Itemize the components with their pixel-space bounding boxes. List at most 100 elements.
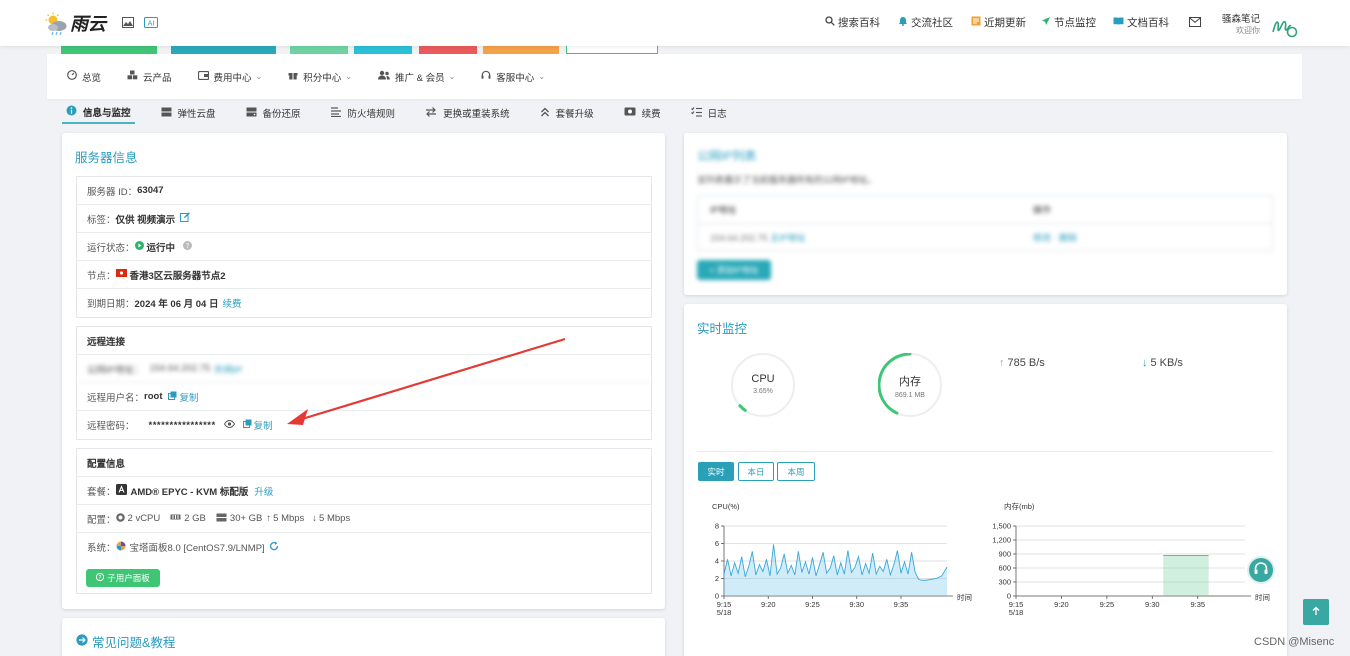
chart-x-label: 时间: [957, 592, 972, 602]
avatar[interactable]: [1270, 12, 1298, 38]
back-to-top-button[interactable]: [1303, 599, 1329, 625]
mail-icon[interactable]: [1189, 17, 1201, 27]
chart-y-tick-label: 4: [715, 557, 719, 566]
chart-x-tick-label: 9:20: [761, 600, 776, 609]
chart-y-tick-label: 600: [998, 564, 1011, 573]
arrow-down-icon: ↓: [1142, 357, 1148, 369]
headset-icon: [481, 70, 491, 83]
tab-reinstall[interactable]: 更换或重装系统: [421, 102, 514, 124]
main-menu: 总览 云产品 费用中心 ⌄ 积分中心 ⌄ 推广 & 会员 ⌄ 客服中心 ⌄: [47, 54, 1302, 99]
hidden-button-strip: [483, 46, 559, 54]
faq-icon: [76, 634, 88, 649]
tab-renew[interactable]: 续费: [620, 102, 665, 124]
tab-firewall[interactable]: 防火墙规则: [327, 102, 400, 124]
chevron-down-icon: ⌄: [255, 72, 263, 81]
range-week-button[interactable]: 本周: [777, 462, 815, 481]
chart-x-tick-label: 9:35: [1190, 600, 1205, 609]
arrow-up-icon: ↑: [999, 357, 1005, 369]
cpu-gauge-arc: [738, 404, 747, 412]
user-info[interactable]: 骚森笔记 欢迎你: [1222, 14, 1260, 36]
chart-x-tick-label: 9:30: [849, 600, 864, 609]
nav-node-monitor[interactable]: 节点监控: [1041, 15, 1096, 30]
tab-info-monitor[interactable]: 信息与监控: [62, 102, 135, 124]
server-info-card: 服务器信息 服务器 ID： 63047 标签： 仅供 视频演示 运行状态： 运行中 …: [62, 133, 665, 609]
hdd-icon: [246, 107, 257, 120]
cubes-icon: [127, 70, 138, 83]
ip-table-header: IP地址 操作: [698, 196, 1272, 224]
chart-y-tick-label: 300: [998, 578, 1011, 587]
ip-table-row: 154.64.202.75 主IP地址 修改 · 删除: [710, 233, 1077, 243]
nav-search-wiki[interactable]: 搜索百科: [825, 15, 880, 30]
chart-y-tick-label: 2: [715, 574, 719, 583]
top-bar: 雨云 AI 搜索百科 交流社区 近期更新 节点监控 文档百科 骚森笔记 欢迎你: [0, 0, 1350, 46]
tab-backup[interactable]: 备份还原: [242, 102, 305, 124]
customer-service-button[interactable]: [1247, 556, 1275, 584]
double-up-icon: [540, 107, 550, 120]
menu-billing[interactable]: 费用中心 ⌄: [197, 70, 263, 84]
disk-icon: [161, 107, 172, 120]
menu-cloud-products[interactable]: 云产品: [127, 70, 172, 84]
chart-y-tick-label: 6: [715, 539, 719, 548]
monitor-card: 实时监控 CPU 3.65% 内存 869.1 MB ↑ 785 B/s ↓ 5 K…: [684, 304, 1287, 656]
chart-series-area: [1163, 555, 1209, 596]
user-name: 骚森笔记: [1222, 14, 1261, 25]
brand-name: 雨云: [70, 14, 106, 34]
svg-text:AI: AI: [148, 19, 155, 27]
logo[interactable]: 雨云: [44, 10, 106, 36]
tab-upgrade[interactable]: 套餐升级: [536, 102, 598, 124]
chevron-down-icon: ⌄: [345, 72, 352, 81]
menu-overview[interactable]: 总览: [67, 70, 101, 84]
news-icon: [971, 16, 981, 29]
red-annotation-arrow: [287, 337, 566, 425]
book-icon: [1113, 16, 1124, 29]
nav-docs[interactable]: 文档百科: [1113, 15, 1169, 30]
hidden-button-strip: [354, 46, 412, 54]
ip-table: IP地址 操作 154.64.202.75 主IP地址 修改 · 删除: [697, 195, 1273, 251]
chevron-down-icon: ⌄: [538, 72, 546, 81]
gift-icon: [288, 70, 298, 83]
headset-icon: [1253, 561, 1269, 580]
chart-y-tick-label: 900: [998, 550, 1011, 559]
add-ip-button[interactable]: + 添加IP地址: [697, 260, 771, 280]
tab-cloud-disk[interactable]: 弹性云盘: [157, 102, 220, 124]
hidden-button-strip: [566, 46, 658, 54]
chart-x-tick-label: 9:25: [1100, 600, 1115, 609]
chart-y-label: CPU(%): [712, 502, 740, 511]
chart-x-tick-label: 5/18: [717, 608, 732, 617]
hidden-button-strip: [290, 46, 348, 54]
chart-y-tick-label: 1,200: [992, 536, 1011, 545]
chart-x-tick-label: 9:20: [1054, 600, 1069, 609]
cpu-chart: CPU(%)024689:155/189:20 9:25 9:30 9:35时间: [712, 502, 972, 617]
csdn-watermark: CSDN @Misenc: [1254, 636, 1335, 648]
memory-chart: 内存(mb)03006009001,2001,5009:155/189:20 9:…: [992, 501, 1270, 617]
hidden-button-strip: [61, 46, 157, 54]
info-icon: [66, 105, 77, 119]
checklist-icon: [690, 106, 702, 120]
hidden-button-strip: [171, 46, 276, 54]
faq-card: 常见问题&教程: [62, 618, 665, 656]
net-download: ↓ 5 KB/s: [1142, 357, 1183, 369]
nav-updates[interactable]: 近期更新: [971, 15, 1026, 30]
user-welcome: 欢迎你: [1236, 26, 1261, 35]
range-today-button[interactable]: 本日: [738, 462, 774, 481]
search-icon: [825, 16, 835, 29]
hidden-button-strip: [419, 46, 477, 54]
monitor-title: 实时监控: [697, 322, 748, 336]
server-tabs: 信息与监控 弹性云盘 备份还原 防火墙规则 更换或重装系统 套餐升级 续费 日志: [62, 102, 753, 124]
chart-y-label: 内存(mb): [1004, 501, 1035, 511]
ip-list-card: 公网IP列表 该列表展示了当前服务器所有的公网IP地址。 IP地址 操作 154.…: [684, 133, 1287, 295]
bell-icon: [898, 16, 908, 29]
dashboard-icon: [67, 70, 77, 83]
chart-x-tick-label: 9:25: [805, 600, 820, 609]
chart-y-tick-label: 1,500: [992, 522, 1011, 531]
tab-log[interactable]: 日志: [687, 102, 731, 124]
nav-community[interactable]: 交流社区: [898, 15, 953, 30]
menu-support[interactable]: 客服中心 ⌄: [481, 70, 545, 84]
chart-x-tick-label: 9:30: [1145, 600, 1160, 609]
menu-points[interactable]: 积分中心 ⌄: [288, 70, 352, 84]
image-icon[interactable]: [122, 17, 134, 31]
ai-icon[interactable]: AI: [144, 17, 158, 31]
range-realtime-button[interactable]: 实时: [698, 462, 734, 481]
menu-promotion[interactable]: 推广 & 会员 ⌄: [377, 70, 455, 84]
faq-title[interactable]: 常见问题&教程: [76, 632, 175, 651]
